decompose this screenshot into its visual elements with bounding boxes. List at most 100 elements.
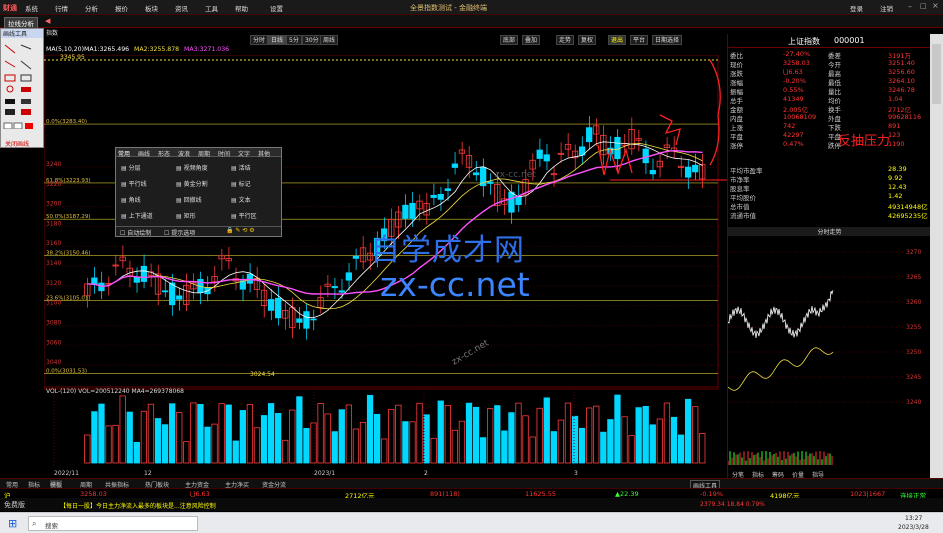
period-tab-0[interactable]: 分时 [250,35,269,45]
period-tab-3[interactable]: 30分 [302,35,322,45]
period-tab-2[interactable]: 5分 [286,35,302,45]
right-tab-5[interactable]: 平台 [630,35,649,45]
quote-row: 股息率 12.43 [728,183,931,193]
menu-news[interactable]: 资讯 [175,3,188,13]
candle-body [352,255,360,259]
index-code: 000001 [834,36,865,45]
mini-y-label: 3260 [906,299,921,306]
mini-trend-chart[interactable]: 3270 3265 3260 3255 3250 3245 3240 [728,237,931,467]
palette-tabs: 常用 画线 形态 波浪 周期 时间 文字 其他 [116,148,281,158]
volume-bar [529,436,536,464]
volume-bar [480,437,487,464]
top-value-label: 3345.95 [60,54,85,61]
palette-tab-0[interactable]: 常用 [118,149,130,158]
period-tab-1[interactable]: 日线 [268,35,287,45]
fib-label: 0.0%(3031.53) [46,368,87,374]
volume-bar [303,427,310,464]
candle-body [487,181,494,184]
palette-item-10[interactable]: ▤ 矩形 [176,211,196,220]
palette-item-4[interactable]: ▤ 黄金分割 [176,179,208,188]
back-arrow-icon[interactable]: ◀ [45,17,50,25]
right-tab-4[interactable]: 退出 [608,35,627,45]
right-tab-2[interactable]: 走势 [556,35,575,45]
volume-bar [635,407,642,464]
window-title: 全景指数测试 - 金融终端 [410,4,487,12]
menu-help[interactable]: 帮助 [235,3,248,13]
palette-item-7[interactable]: ▤ 回撤线 [176,195,202,204]
volume-bar [388,408,395,464]
quote-cell: 28.39 [888,165,907,173]
quote-cell: ⋃6.63 [783,68,803,76]
palette-tab-2[interactable]: 形态 [158,149,170,158]
annotation-text: 反抽压力 [838,134,891,149]
right-tab-6[interactable]: 日期选择 [652,35,683,45]
right-tab-1[interactable]: 叠加 [522,35,541,45]
right-tab-3[interactable]: 复权 [578,35,597,45]
volume-bar [381,438,388,464]
vertical-scrollbar[interactable] [930,34,943,479]
close-icon[interactable]: × [932,1,939,10]
palette-item-2[interactable]: ▤ 活结 [231,163,251,172]
volume-bar [84,434,91,464]
palette-item-11[interactable]: ▤ 平行区 [231,211,257,220]
tool-icons[interactable] [1,39,45,129]
login-link[interactable]: 登录 [850,3,863,13]
windows-start-icon[interactable]: ⊞ [8,517,17,530]
quote-cell: -0.20% [783,77,806,85]
palette-actions-icon[interactable]: 🔒 ✎ ⟲ ⚙ [226,227,255,234]
palette-item-6[interactable]: ▤ 角线 [121,195,141,204]
mini-y-label: 3270 [906,249,921,256]
close-draw-link[interactable]: 关闭画线 [5,139,29,148]
news-text[interactable]: 【每日一股】今日主力净流入最多的板块是...注意风险控制 [60,501,216,510]
y-tick-label: 3200 [46,201,61,208]
volume-bar [543,397,550,464]
quote-row: 平均市盈率 28.39 [728,165,931,175]
volume-bar [204,426,211,464]
menu-quote[interactable]: 行情 [55,3,68,13]
maximize-icon[interactable]: □ [920,2,927,10]
palette-item-9[interactable]: ▤ 上下通道 [121,211,153,220]
menu-sector[interactable]: 板块 [145,3,158,13]
palette-tab-5[interactable]: 时间 [218,149,230,158]
scroll-thumb[interactable] [932,44,941,104]
palette-tab-6[interactable]: 文字 [238,149,250,158]
hint-option-check[interactable]: ☐ 提示选项 [164,228,195,237]
quote-cell: 流通市值 [730,212,756,220]
x-tick-label: 2022/11 [54,470,79,477]
menu-analysis[interactable]: 分析 [85,3,98,13]
palette-item-5[interactable]: ▤ 标记 [231,179,251,188]
palette-item-0[interactable]: ▤ 分层 [121,163,141,172]
taskbar-search[interactable]: ⌕ 搜索 [28,516,198,531]
candle-body [169,282,176,306]
menu-settings[interactable]: 设置 [270,3,283,13]
auto-draw-check[interactable]: ☐ 自动绘制 [120,228,151,237]
volume-bar [154,418,162,464]
volume-bar [112,424,119,464]
palette-tab-1[interactable]: 画线 [138,149,150,158]
candle-body [402,204,409,219]
mini-y-label: 3255 [906,324,921,331]
menu-report[interactable]: 报价 [115,3,128,13]
palette-tab-7[interactable]: 其他 [258,149,270,158]
volume-bar [253,427,261,464]
palette-tab-4[interactable]: 周期 [198,149,210,158]
volume-bar [515,402,522,464]
volume-bar [211,423,218,464]
volume-bar [684,398,692,464]
period-tab-4[interactable]: 周线 [320,35,339,45]
candle-body [345,272,352,281]
ma-legend: MA(5,10,20) MA1:3265.496 MA2:3255.878 MA… [44,46,344,54]
ticker-change: ⋃6.63 [190,490,210,498]
right-tab-0[interactable]: 底部 [500,35,519,45]
volume-bar [359,421,367,464]
palette-tab-3[interactable]: 波浪 [178,149,190,158]
menu-system[interactable]: 系统 [25,3,38,13]
palette-item-8[interactable]: ▤ 文本 [231,195,251,204]
logout-link[interactable]: 注销 [880,3,893,13]
palette-item-3[interactable]: ▤ 平行线 [121,179,147,188]
menu-tools[interactable]: 工具 [205,3,218,13]
palette-item-1[interactable]: ▤ 视频角度 [176,163,208,172]
volume-bar [147,403,155,464]
quote-row: 平盘 42297 平盘 123 [728,131,931,141]
minimize-icon[interactable]: – [908,2,912,11]
